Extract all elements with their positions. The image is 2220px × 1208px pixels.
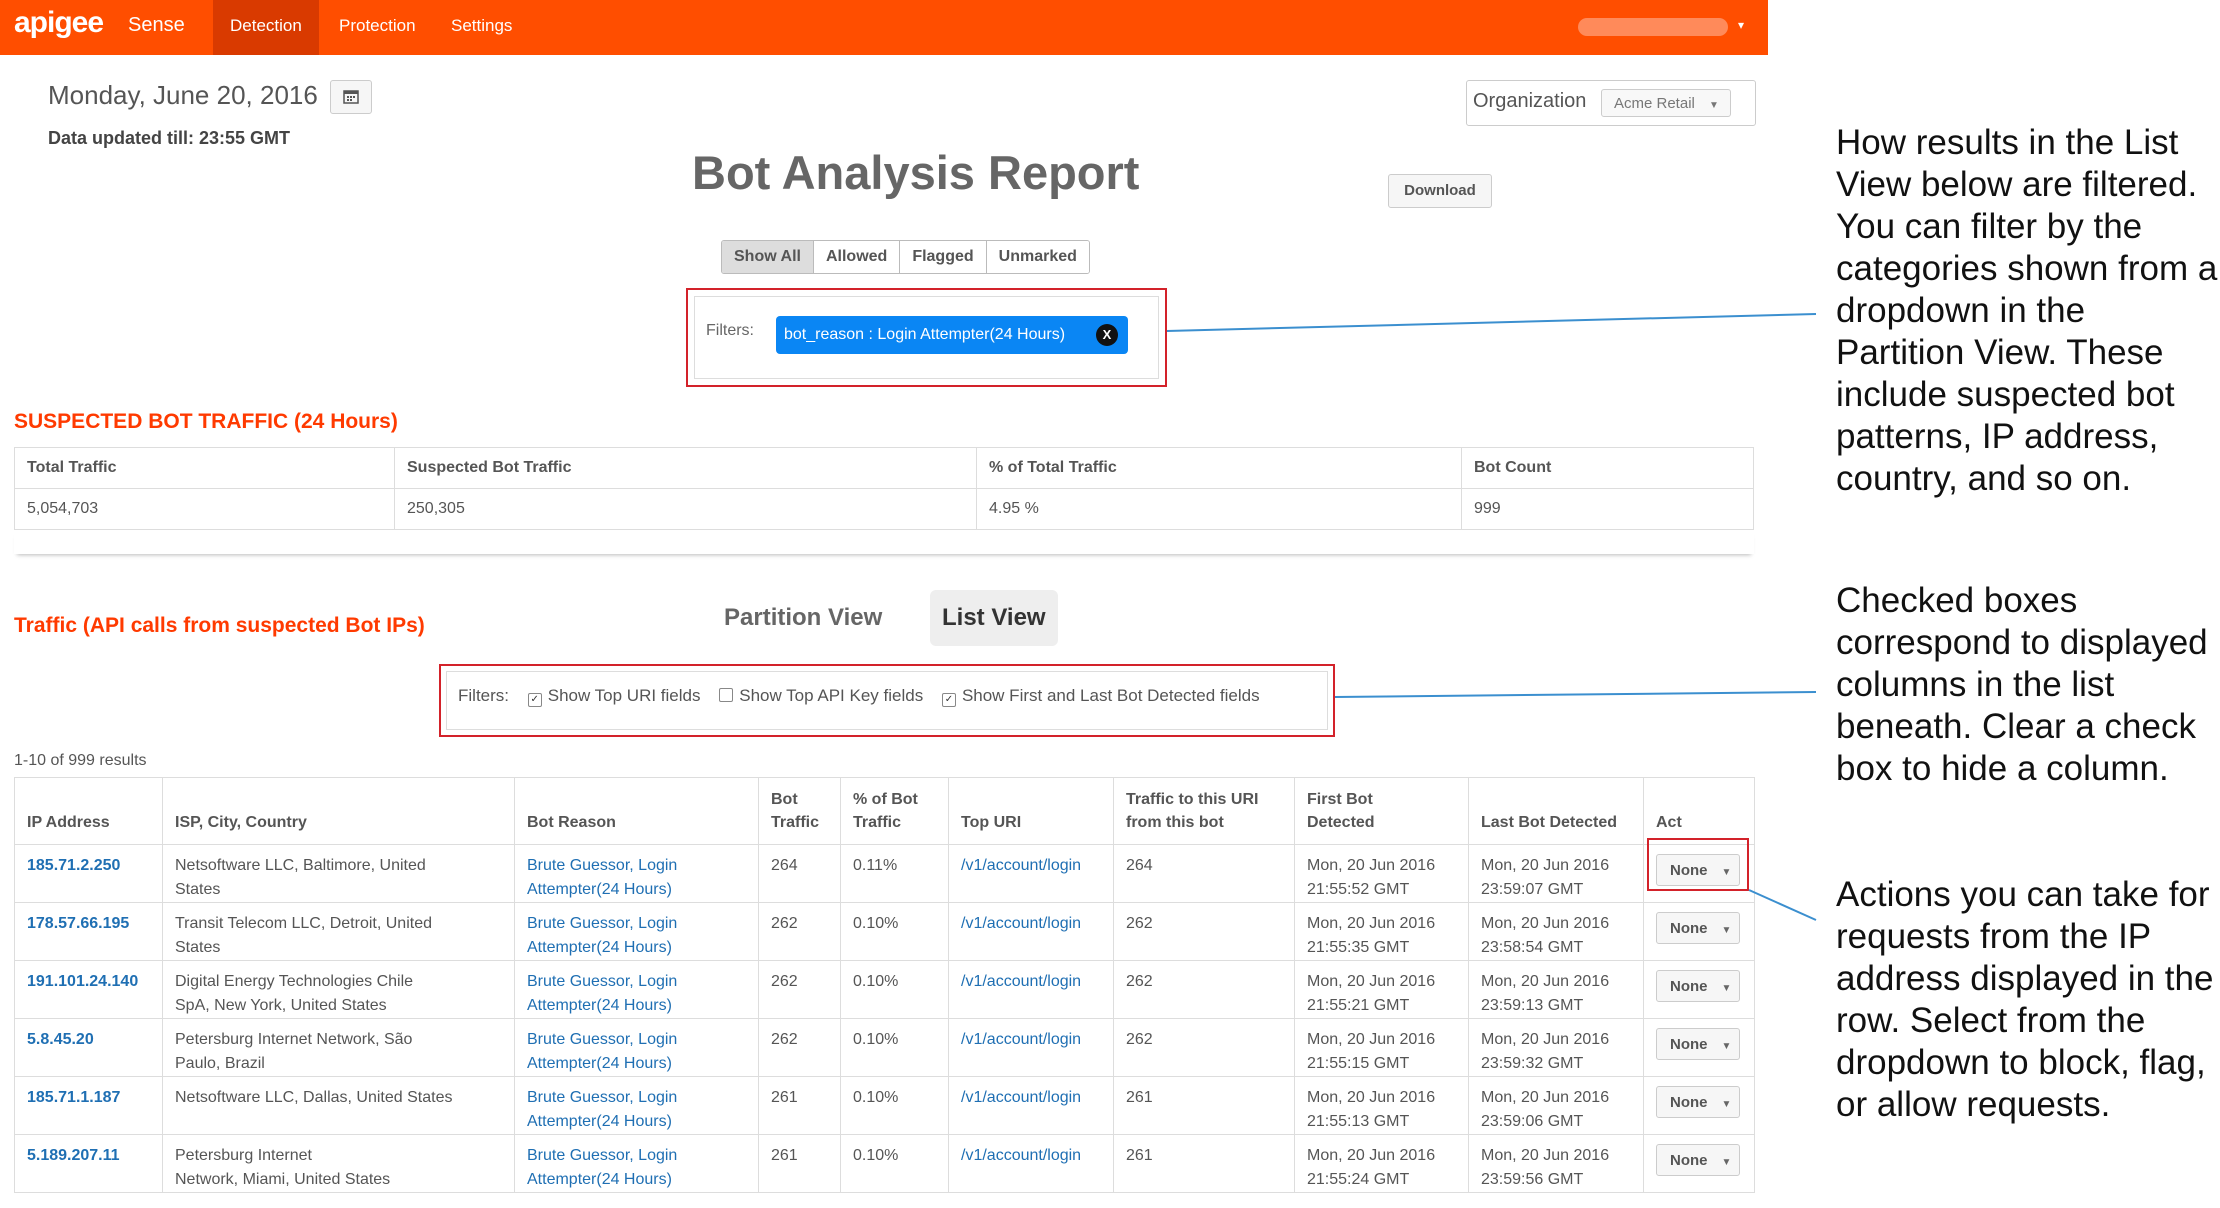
callout-line	[1166, 313, 1817, 332]
callout-line	[1748, 889, 1817, 921]
callout-line	[1334, 691, 1817, 698]
annotation-lines	[1166, 313, 1817, 921]
